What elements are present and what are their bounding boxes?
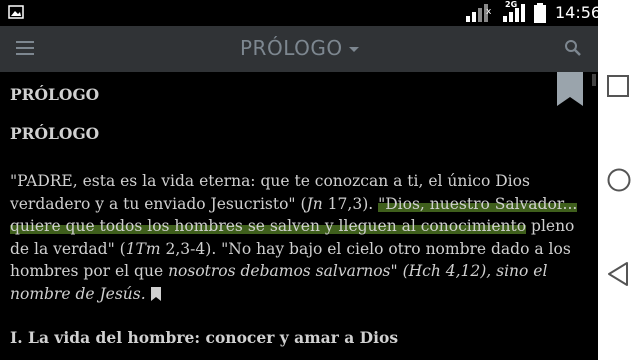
section-heading: I. La vida del hombre: conocer y amar a … [10,328,399,347]
app-bar: PRÓLOGO [0,26,598,72]
image-notification-icon [8,5,24,19]
scrollbar[interactable] [592,74,596,86]
svg-text:x: x [486,7,492,17]
signal-2g-icon [503,4,525,22]
chapter-title: PRÓLOGO [240,36,343,60]
bookmark-icon[interactable] [150,286,161,301]
status-bar: x 2G 14:56 [0,0,602,26]
bookmark-ribbon-icon[interactable] [557,72,583,106]
recent-apps-icon[interactable] [606,74,630,98]
hamburger-menu-icon[interactable] [16,41,34,55]
dropdown-caret-icon [348,47,359,52]
home-icon[interactable] [606,167,632,193]
clock: 14:56 [555,3,602,22]
section-title: PRÓLOGO [10,124,100,143]
back-icon[interactable] [606,261,630,287]
signal-icon: x [466,4,492,22]
battery-icon [534,3,546,23]
body-paragraph: "PADRE, esta es la vida eterna: que te c… [10,172,578,303]
search-icon[interactable] [564,39,582,57]
chapter-dropdown[interactable]: PRÓLOGO [240,36,359,60]
system-nav-bar [598,0,640,360]
reading-content[interactable]: PRÓLOGO PRÓLOGO "PADRE, esta es la vida … [0,72,598,360]
page-heading: PRÓLOGO [10,85,100,104]
